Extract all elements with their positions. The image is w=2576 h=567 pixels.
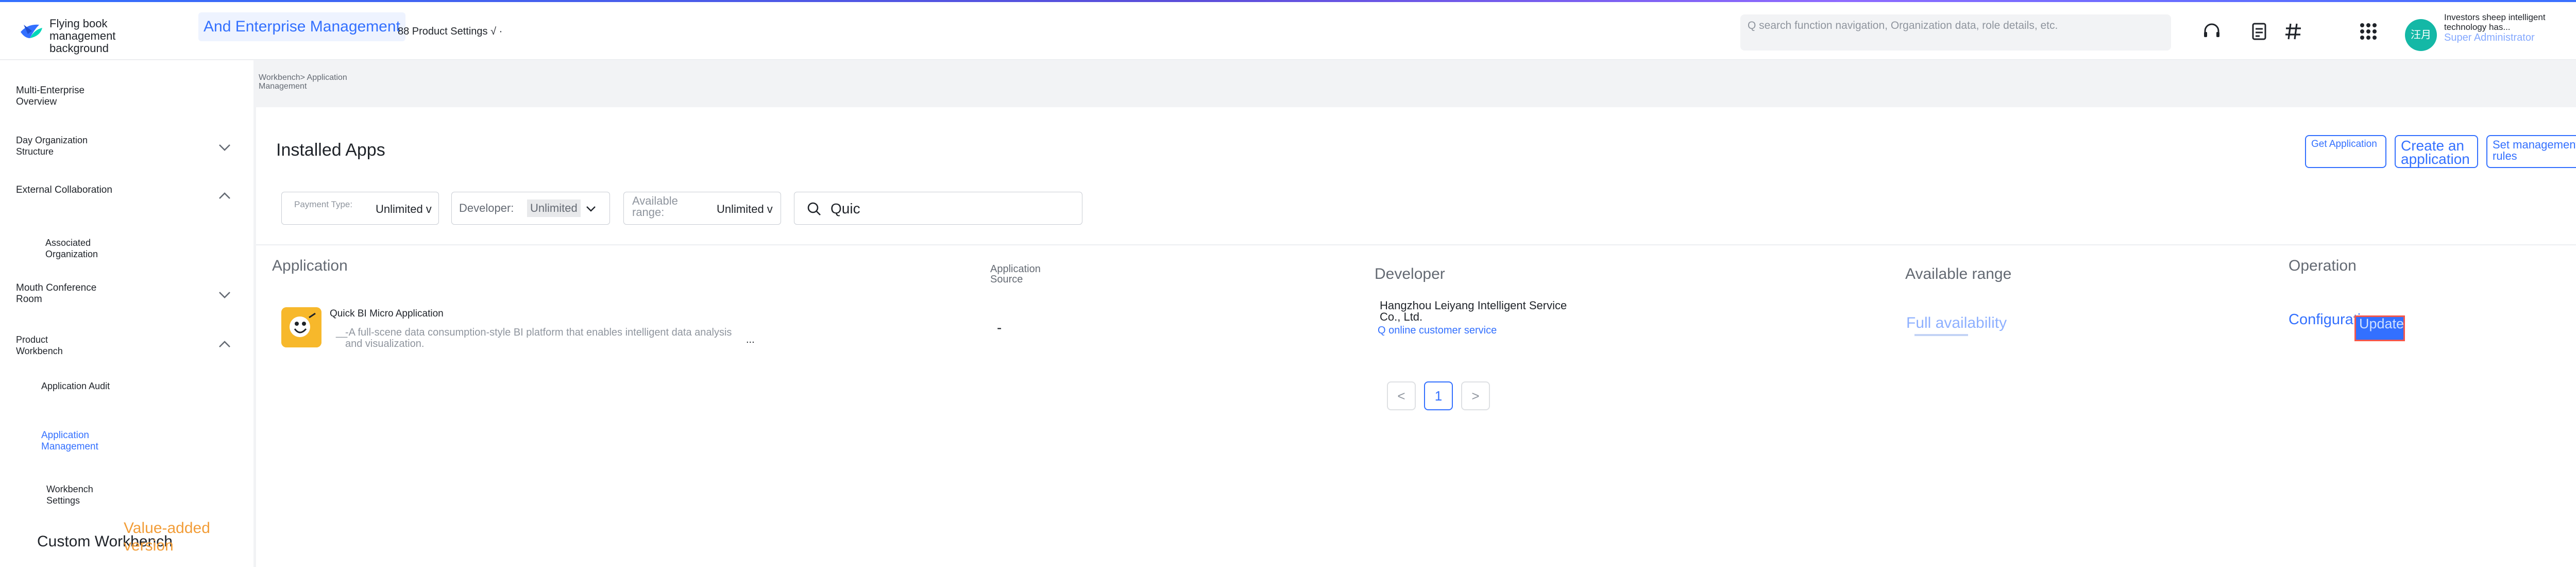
online-customer-service-link[interactable]: Q online customer service <box>1378 325 1512 336</box>
payment-type-filter[interactable]: Payment Type: Unlimited v <box>281 192 439 225</box>
app-grid-icon[interactable] <box>2358 21 2379 42</box>
sidebar-item-external-collaboration[interactable]: External Collaboration <box>16 185 114 196</box>
col-header-developer: Developer <box>1375 265 1445 282</box>
col-header-application: Application <box>272 257 348 274</box>
app-name[interactable]: Quick BI Micro Application <box>330 308 444 320</box>
sidebar-item-product-workbench[interactable]: Product Workbench <box>16 334 93 357</box>
app-description: -A full-scene data consumption-style BI … <box>345 327 732 349</box>
brand-name: Flying book management background <box>49 17 116 55</box>
hashtag-icon[interactable] <box>2282 21 2304 42</box>
create-application-button[interactable]: Create an application <box>2395 135 2478 168</box>
sidebar-item-multi-enterprise[interactable]: Multi-Enterprise Overview <box>16 85 119 108</box>
chevron-down-icon[interactable] <box>216 287 233 303</box>
user-organization: Investors sheep intelligent technology h… <box>2444 12 2546 32</box>
value-added-badge: Value-added version <box>124 520 210 554</box>
app-source: - <box>997 320 1002 336</box>
configuration-link[interactable]: Configuration <box>2289 311 2378 328</box>
sidebar-item-associated-org[interactable]: Associated Organization <box>45 237 123 260</box>
chevron-down-icon[interactable] <box>216 139 233 156</box>
col-header-source: Application Source <box>990 263 1041 285</box>
app-search-value: Quic <box>831 201 860 216</box>
feishu-logo-icon <box>21 24 42 38</box>
chevron-up-icon[interactable] <box>216 336 233 353</box>
developer-value: Unlimited <box>527 199 581 217</box>
quick-bi-app-icon <box>281 307 321 347</box>
col-header-range: Available range <box>1905 265 2012 282</box>
available-range-label: Available range: <box>632 194 678 219</box>
app-description-more[interactable]: ... <box>746 334 755 346</box>
col-header-operation: Operation <box>2289 257 2357 274</box>
breadcrumb: Workbench> Application Management <box>259 73 347 91</box>
global-search-input[interactable]: Q search function navigation, Organizati… <box>1740 14 2171 51</box>
pagination-prev-button[interactable]: < <box>1387 381 1416 410</box>
nav-enterprise-management[interactable]: And Enterprise Management <box>198 12 405 41</box>
sidebar-item-conference-room[interactable]: Mouth Conference Room <box>16 282 104 305</box>
developer-label: Developer: <box>459 202 514 214</box>
search-icon <box>807 202 821 215</box>
clipboard-checklist-icon[interactable] <box>2248 21 2270 42</box>
user-avatar[interactable]: 汪月 <box>2405 19 2437 51</box>
developer-name: Hangzhou Leiyang Intelligent Service Co.… <box>1380 299 1567 323</box>
user-role: Super Administrator <box>2444 32 2535 43</box>
app-search-input[interactable]: Quic <box>794 192 1082 225</box>
top-bar: Flying book management background And En… <box>0 2 2576 60</box>
developer-filter[interactable]: Developer: Unlimited <box>451 192 610 225</box>
set-management-rules-button[interactable]: Set management rules <box>2486 135 2576 168</box>
available-range-value: Unlimited v <box>717 203 773 215</box>
sidebar-item-application-management[interactable]: Application Management <box>41 430 118 453</box>
update-button[interactable]: Update <box>2354 315 2405 341</box>
nav-product-settings[interactable]: 88 Product Settings √ · <box>398 26 502 38</box>
headset-support-icon[interactable] <box>2201 21 2223 42</box>
filter-divider <box>256 244 2576 245</box>
pagination-next-button[interactable]: > <box>1461 381 1490 410</box>
payment-type-label: Payment Type: <box>294 199 353 209</box>
pagination-page-1[interactable]: 1 <box>1424 381 1453 410</box>
payment-type-value: Unlimited v <box>376 203 432 215</box>
sidebar-item-application-audit[interactable]: Application Audit <box>41 380 113 392</box>
page-title: Installed Apps <box>276 140 385 160</box>
chevron-up-icon[interactable] <box>216 188 233 204</box>
available-range-filter[interactable]: Available range: Unlimited v <box>623 192 781 225</box>
sidebar-item-workbench-settings[interactable]: Workbench Settings <box>46 483 124 506</box>
get-application-button[interactable]: Get Application <box>2305 135 2386 168</box>
chevron-down-icon <box>586 206 596 212</box>
availability-underline <box>1914 334 1968 336</box>
sidebar-item-org-structure[interactable]: Day Organization Structure <box>16 135 109 157</box>
availability-status[interactable]: Full availability <box>1906 314 2007 332</box>
